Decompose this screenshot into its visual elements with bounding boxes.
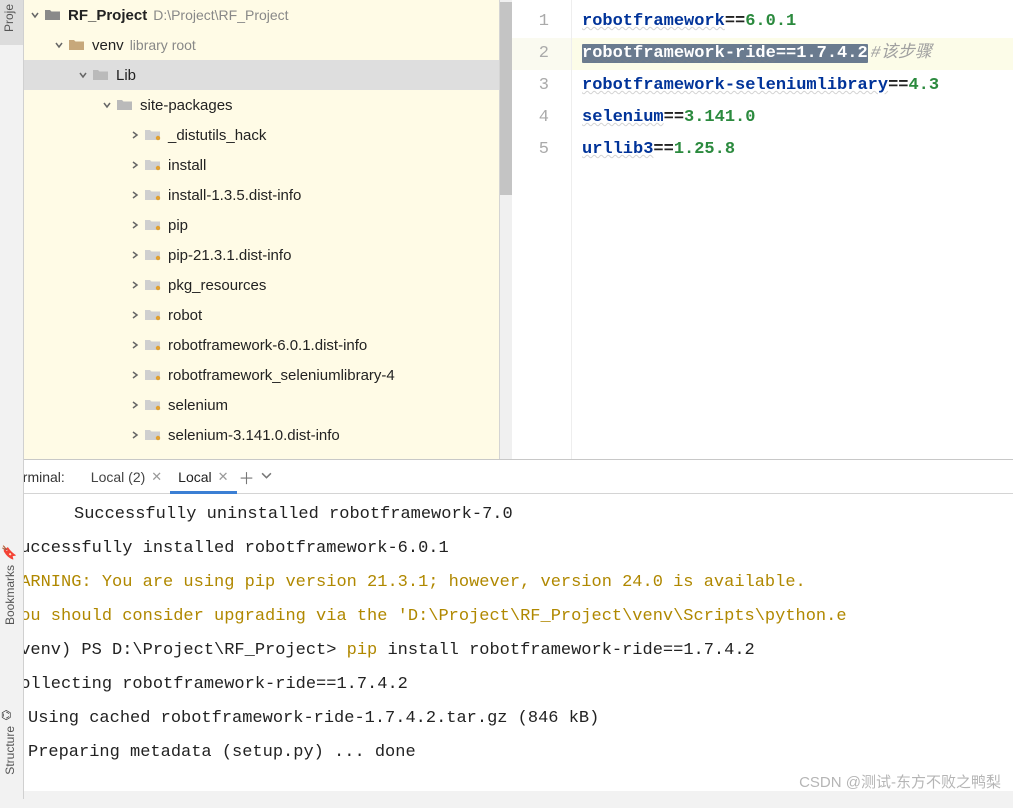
tree-scrollbar-thumb[interactable] [500, 2, 512, 195]
terminal-header: Terminal: Local (2)✕Local✕ ＋ [0, 460, 1013, 494]
close-icon[interactable]: ✕ [218, 469, 229, 485]
folder-icon [68, 38, 86, 52]
folder-icon [144, 398, 162, 412]
gutter-line-number: 2 [512, 38, 571, 70]
folder-icon [144, 218, 162, 232]
gutter-line-number: 1 [512, 6, 571, 38]
folder-icon [144, 428, 162, 442]
tree-root[interactable]: RF_ProjectD:\Project\RF_Project [24, 0, 499, 30]
close-icon[interactable]: ✕ [151, 469, 162, 485]
terminal-line: (venv) PS D:\Project\RF_Project> pip ins… [10, 634, 1003, 668]
terminal-new-tab-button[interactable]: ＋ [237, 465, 257, 489]
code-line[interactable]: selenium==3.141.0 [572, 102, 1013, 134]
rail-bookmarks-tab[interactable]: 🔖 Bookmarks [1, 545, 19, 632]
chevron-down-icon[interactable] [100, 98, 114, 112]
tree-item[interactable]: pkg_resources [24, 270, 499, 300]
code-line[interactable]: robotframework==6.0.1 [572, 6, 1013, 38]
tree-item[interactable]: selenium-3.141.0.dist-info [24, 420, 499, 450]
terminal-panel: Terminal: Local (2)✕Local✕ ＋ Successfull… [0, 459, 1013, 791]
gutter-line-number: 5 [512, 134, 571, 166]
terminal-line: Collecting robotframework-ride==1.7.4.2 [10, 668, 1003, 702]
chevron-right-icon[interactable] [128, 308, 142, 322]
terminal-line: Successfully installed robotframework-6.… [10, 532, 1003, 566]
chevron-right-icon[interactable] [128, 248, 142, 262]
chevron-right-icon[interactable] [128, 188, 142, 202]
terminal-line: You should consider upgrading via the 'D… [10, 600, 1003, 634]
chevron-down-icon[interactable] [76, 68, 90, 82]
chevron-right-icon[interactable] [128, 128, 142, 142]
watermark: CSDN @测试-东方不败之鸭梨 [799, 771, 1001, 792]
terminal-line: Preparing metadata (setup.py) ... done [10, 736, 1003, 770]
chevron-right-icon[interactable] [128, 218, 142, 232]
terminal-tab[interactable]: Local✕ [170, 460, 236, 493]
tree-item[interactable]: robotframework-6.0.1.dist-info [24, 330, 499, 360]
folder-icon [144, 128, 162, 142]
chevron-right-icon[interactable] [128, 158, 142, 172]
code-line[interactable]: urllib3==1.25.8 [572, 134, 1013, 166]
folder-icon [144, 278, 162, 292]
terminal-line: Using cached robotframework-ride-1.7.4.2… [10, 702, 1003, 736]
folder-icon [144, 188, 162, 202]
folder-icon [144, 248, 162, 262]
tree-lib[interactable]: Lib [24, 60, 499, 90]
rail-project-tab[interactable]: Proje [0, 0, 23, 45]
tree-item[interactable]: install-1.3.5.dist-info [24, 180, 499, 210]
tree-item[interactable]: _distutils_hack [24, 120, 499, 150]
editor-code-area[interactable]: robotframework==6.0.1robotframework-ride… [572, 0, 1013, 459]
left-tool-rail: Proje [0, 0, 24, 459]
folder-icon [144, 308, 162, 322]
folder-icon [144, 338, 162, 352]
code-line[interactable]: robotframework-ride==1.7.4.2#该步骤 [572, 38, 1013, 70]
tree-item[interactable]: robotframework_seleniumlibrary-4 [24, 360, 499, 390]
tree-item[interactable]: install [24, 150, 499, 180]
terminal-line: WARNING: You are using pip version 21.3.… [10, 566, 1003, 600]
code-line[interactable]: robotframework-seleniumlibrary==4.3 [572, 70, 1013, 102]
tree-item[interactable]: pip-21.3.1.dist-info [24, 240, 499, 270]
tree-item[interactable]: pip [24, 210, 499, 240]
tree-item[interactable]: robot [24, 300, 499, 330]
project-tree-pane[interactable]: RF_ProjectD:\Project\RF_Projectvenvlibra… [24, 0, 500, 459]
folder-icon [92, 68, 110, 82]
terminal-tab[interactable]: Local (2)✕ [83, 460, 170, 493]
left-bottom-rail: 🔖 Bookmarks ⌬ Structure [0, 459, 24, 799]
terminal-body[interactable]: Successfully uninstalled robotframework-… [0, 494, 1013, 808]
chevron-right-icon[interactable] [128, 278, 142, 292]
chevron-right-icon[interactable] [128, 368, 142, 382]
gutter-line-number: 4 [512, 102, 571, 134]
folder-icon [144, 368, 162, 382]
chevron-right-icon[interactable] [128, 398, 142, 412]
chevron-down-icon[interactable] [28, 8, 42, 22]
editor-pane[interactable]: 12345 robotframework==6.0.1robotframewor… [512, 0, 1013, 459]
tree-item[interactable]: selenium [24, 390, 499, 420]
gutter-line-number: 3 [512, 70, 571, 102]
editor-gutter: 12345 [512, 0, 572, 459]
chevron-down-icon[interactable] [52, 38, 66, 52]
chevron-right-icon[interactable] [128, 428, 142, 442]
folder-icon [44, 8, 62, 22]
terminal-line: Successfully uninstalled robotframework-… [10, 498, 1003, 532]
rail-structure-tab[interactable]: ⌬ Structure [1, 707, 19, 782]
tree-scrollbar[interactable] [500, 0, 512, 459]
terminal-dropdown-button[interactable] [257, 468, 277, 486]
tree-venv[interactable]: venvlibrary root [24, 30, 499, 60]
folder-icon [144, 158, 162, 172]
chevron-right-icon[interactable] [128, 338, 142, 352]
folder-icon [116, 98, 134, 112]
tree-site-packages[interactable]: site-packages [24, 90, 499, 120]
